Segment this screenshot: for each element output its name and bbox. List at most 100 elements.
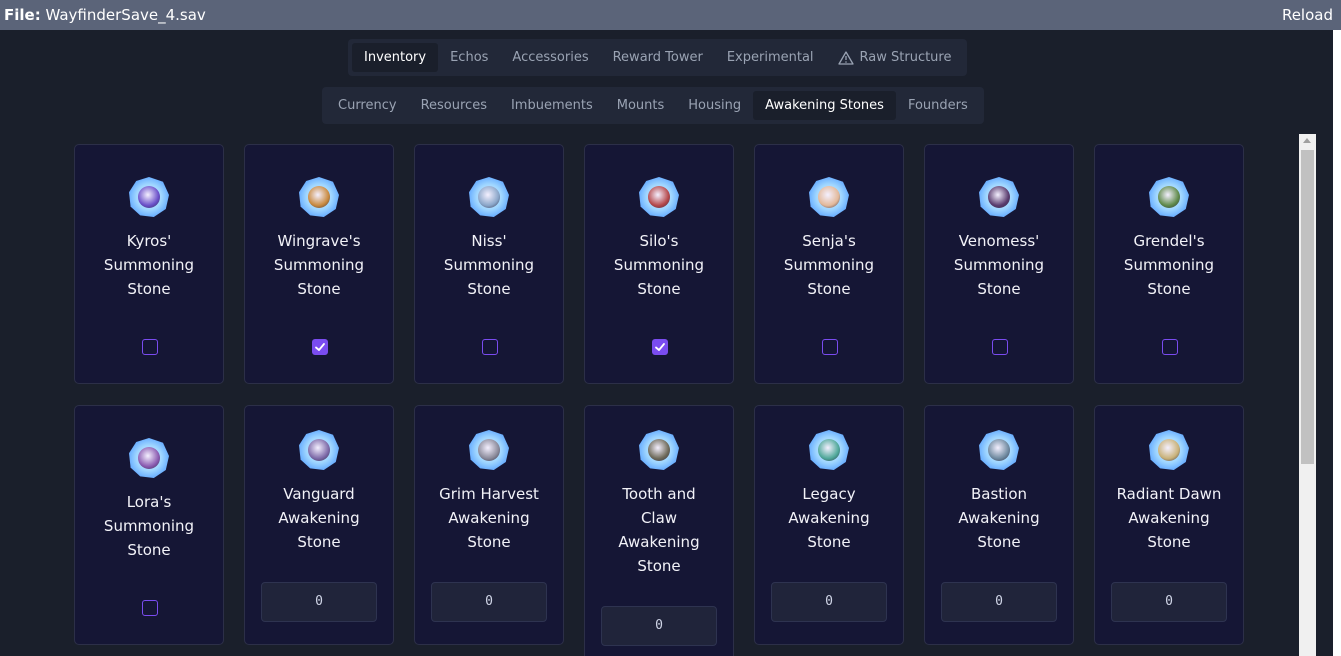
stone-portrait (988, 439, 1010, 461)
sub-tabs: Currency Resources Imbuements Mounts Hou… (322, 87, 984, 124)
item-name-line: Summoning (953, 256, 1045, 274)
item-name: Grim Harvest Awakening Stone (424, 482, 554, 554)
item-name-line: Awakening (278, 509, 360, 527)
item-name-line: Summoning (103, 256, 195, 274)
stone-icon (469, 177, 509, 217)
reload-button[interactable]: Reload (1282, 6, 1333, 24)
item-name-line: Stone (127, 541, 171, 559)
item-name-line: Awakening (958, 509, 1040, 527)
item-name-line: Vanguard (283, 485, 355, 503)
stone-portrait (308, 439, 330, 461)
item-name-line: Stone (977, 280, 1021, 298)
tab-inventory[interactable]: Inventory (352, 43, 439, 72)
item-card: Wingrave's Summoning Stone (244, 144, 394, 384)
item-name: Wingrave's Summoning Stone (254, 229, 384, 301)
item-name: Niss' Summoning Stone (424, 229, 554, 301)
item-name-line: Summoning (783, 256, 875, 274)
subtab-imbuements[interactable]: Imbuements (499, 91, 605, 120)
subtab-resources[interactable]: Resources (409, 91, 499, 120)
item-card: Vanguard Awakening Stone 0 (244, 405, 394, 645)
item-name: Silo's Summoning Stone (594, 229, 724, 301)
stone-icon (129, 177, 169, 217)
item-card: Legacy Awakening Stone 0 (754, 405, 904, 645)
tab-echos[interactable]: Echos (438, 43, 500, 72)
stone-portrait (988, 186, 1010, 208)
stone-icon (299, 177, 339, 217)
item-name-line: Bastion (970, 485, 1028, 503)
stone-icon (979, 430, 1019, 470)
item-name-line: Legacy (802, 485, 856, 503)
item-name-line: Stone (467, 533, 511, 551)
file-label: File: (4, 6, 41, 24)
owned-checkbox[interactable] (992, 339, 1008, 355)
item-name-line: Claw (640, 509, 678, 527)
item-card: Venomess' Summoning Stone (924, 144, 1074, 384)
tab-accessories[interactable]: Accessories (500, 43, 600, 72)
stone-icon (1149, 177, 1189, 217)
tab-raw-structure[interactable]: Raw Structure (826, 43, 964, 72)
item-card: Kyros' Summoning Stone (74, 144, 224, 384)
item-name-line: Stone (637, 557, 681, 575)
item-card: Bastion Awakening Stone 0 (924, 405, 1074, 645)
stone-icon (809, 177, 849, 217)
owned-checkbox[interactable] (652, 339, 668, 355)
checkmark-icon (655, 343, 665, 351)
subtab-awakening-stones[interactable]: Awakening Stones (753, 91, 896, 120)
item-name-line: Summoning (1123, 256, 1215, 274)
item-name: Legacy Awakening Stone (764, 482, 894, 554)
subtab-currency[interactable]: Currency (326, 91, 409, 120)
owned-checkbox[interactable] (1162, 339, 1178, 355)
subtab-housing[interactable]: Housing (676, 91, 753, 120)
item-name-line: Stone (977, 533, 1021, 551)
item-name: Bastion Awakening Stone (934, 482, 1064, 554)
item-name-line: Summoning (613, 256, 705, 274)
item-name: Kyros' Summoning Stone (84, 229, 214, 301)
item-card: Silo's Summoning Stone (584, 144, 734, 384)
tab-reward-tower[interactable]: Reward Tower (601, 43, 715, 72)
owned-checkbox[interactable] (312, 339, 328, 355)
stone-icon (469, 430, 509, 470)
owned-checkbox[interactable] (142, 600, 158, 616)
subtab-founders[interactable]: Founders (896, 91, 980, 120)
item-name-line: Lora's (126, 493, 172, 511)
item-grid: Kyros' Summoning Stone Wingrave's Summoning S… (74, 144, 1244, 656)
stone-portrait (138, 447, 160, 469)
tab-raw-structure-label: Raw Structure (859, 50, 952, 65)
subtab-mounts[interactable]: Mounts (605, 91, 677, 120)
quantity-input[interactable]: 0 (261, 582, 377, 622)
stone-portrait (1158, 186, 1180, 208)
scrollbar-thumb[interactable] (1301, 150, 1314, 464)
item-name-line: Tooth and (622, 485, 696, 503)
item-name-line: Senja's (802, 232, 856, 250)
quantity-input[interactable]: 0 (941, 582, 1057, 622)
item-name-line: Stone (1147, 280, 1191, 298)
stone-icon (129, 438, 169, 478)
item-name: Grendel's Summoning Stone (1104, 229, 1234, 301)
owned-checkbox[interactable] (482, 339, 498, 355)
scroll-up-arrow-icon[interactable] (1303, 138, 1311, 143)
item-name-line: Stone (637, 280, 681, 298)
item-name-line: Stone (297, 280, 341, 298)
quantity-input[interactable]: 0 (1111, 582, 1227, 622)
item-card: Lora's Summoning Stone (74, 405, 224, 645)
item-name-line: Stone (127, 280, 171, 298)
file-name: WayfinderSave_4.sav (45, 6, 206, 24)
stone-icon (979, 177, 1019, 217)
item-name: Vanguard Awakening Stone (254, 482, 384, 554)
stone-icon (809, 430, 849, 470)
quantity-input[interactable]: 0 (601, 606, 717, 646)
file-info: File: WayfinderSave_4.sav (4, 6, 206, 24)
owned-checkbox[interactable] (142, 339, 158, 355)
quantity-input[interactable]: 0 (771, 582, 887, 622)
vertical-scrollbar[interactable] (1299, 134, 1316, 656)
item-card: Niss' Summoning Stone (414, 144, 564, 384)
item-name-line: Stone (297, 533, 341, 551)
warning-icon (837, 50, 854, 65)
stone-icon (639, 430, 679, 470)
item-name: Radiant Dawn Awakening Stone (1104, 482, 1234, 554)
quantity-input[interactable]: 0 (431, 582, 547, 622)
owned-checkbox[interactable] (822, 339, 838, 355)
stone-portrait (648, 186, 670, 208)
tab-experimental[interactable]: Experimental (715, 43, 826, 72)
title-bar: File: WayfinderSave_4.sav Reload (0, 0, 1341, 30)
